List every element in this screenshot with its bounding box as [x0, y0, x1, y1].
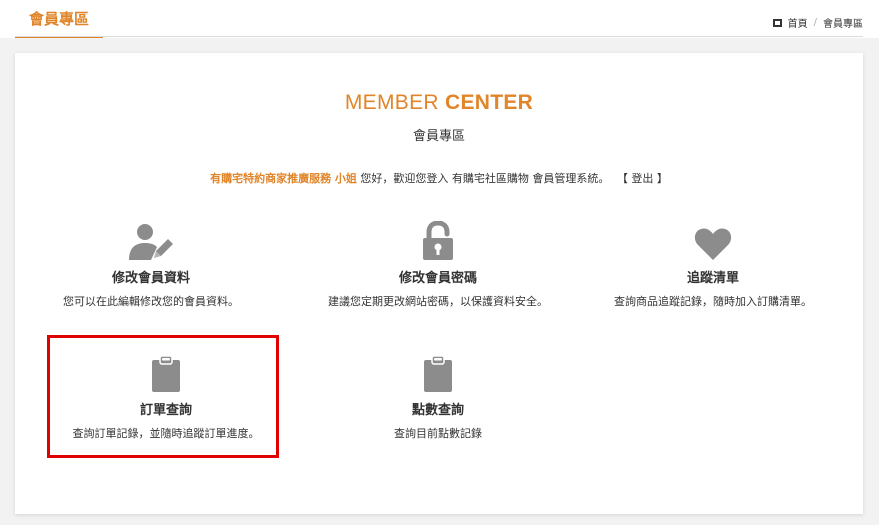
welcome-text: 您好，歡迎您登入 有購宅社區購物 會員管理系統。 [360, 172, 610, 185]
heading-bold-text: CENTER [444, 91, 534, 114]
wishlist-desc: 查詢商品追蹤記錄，隨時加入訂購清單。 [614, 295, 812, 308]
change-password-title[interactable]: 修改會員密碼 [313, 267, 563, 286]
top-bar: 會員專區 首頁 / 會員專區 [0, 0, 879, 38]
wishlist-tile[interactable]: 追蹤清單 查詢商品追蹤記錄，隨時加入訂購清單。 [588, 219, 838, 310]
page-title: 會員專區 [15, 0, 103, 38]
change-password-tile[interactable]: 修改會員密碼 建議您定期更改網站密碼，以保護資料安全。 [313, 219, 563, 310]
header-divider [15, 36, 863, 37]
heading-light-text: MEMBER [344, 91, 445, 114]
edit-profile-desc: 您可以在此編輯修改您的會員資料。 [63, 295, 239, 308]
edit-profile-title[interactable]: 修改會員資料 [26, 267, 276, 286]
user-edit-icon [129, 224, 173, 260]
breadcrumb-separator: / [813, 17, 817, 28]
member-center-subheading: 會員專區 [412, 129, 465, 144]
change-password-desc: 建議您定期更改網站密碼，以保護資料安全。 [328, 295, 548, 308]
member-center-heading: MEMBER CENTER [15, 91, 863, 115]
member-name: 有購宅特約商家推廣服務 小姐 [210, 172, 357, 185]
edit-profile-tile[interactable]: 修改會員資料 您可以在此編輯修改您的會員資料。 [26, 219, 276, 310]
home-icon[interactable] [772, 18, 782, 27]
logout-link[interactable]: 【 登出 】 [617, 172, 668, 185]
points-query-desc: 查詢目前點數記錄 [394, 427, 482, 440]
highlight-box [47, 335, 279, 458]
welcome-message: 有購宅特約商家推廣服務 小姐 您好，歡迎您登入 有購宅社區購物 會員管理系統。 … [15, 170, 863, 186]
member-center-panel: MEMBER CENTER 會員專區 有購宅特約商家推廣服務 小姐 您好，歡迎您… [15, 53, 863, 514]
breadcrumb-current: 會員專區 [823, 19, 863, 30]
breadcrumb: 首頁 / 會員專區 [772, 15, 863, 30]
unlock-icon [423, 221, 453, 260]
wishlist-title[interactable]: 追蹤清單 [588, 267, 838, 286]
breadcrumb-home-link[interactable]: 首頁 [788, 15, 808, 30]
points-query-tile[interactable]: 點數查詢 查詢目前點數記錄 [313, 351, 563, 442]
clipboard-icon [424, 355, 452, 392]
heart-icon [694, 228, 732, 260]
points-query-title[interactable]: 點數查詢 [313, 399, 563, 418]
